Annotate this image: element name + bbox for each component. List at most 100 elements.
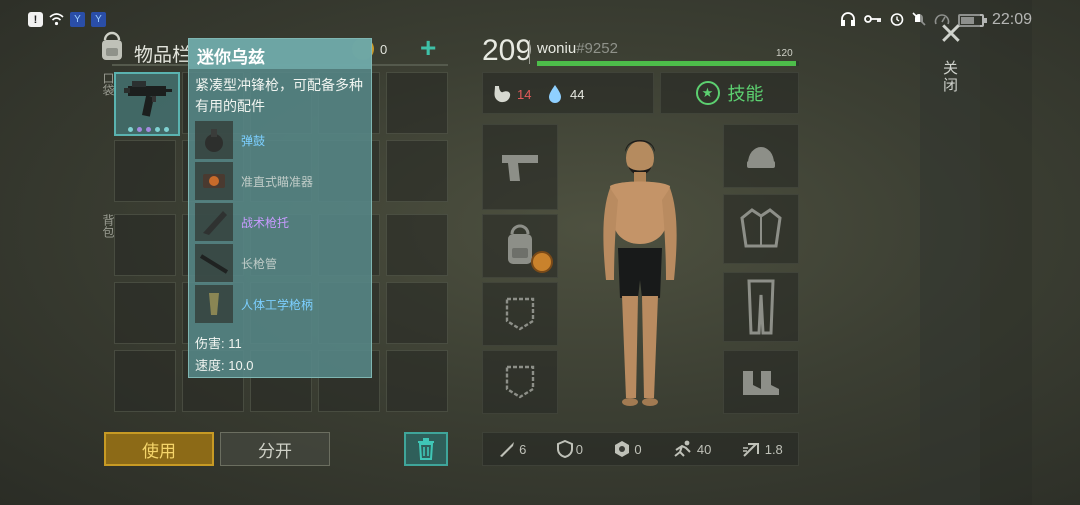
backpack-slot[interactable] (482, 214, 558, 278)
header-divider (529, 40, 530, 64)
pocket-icon (505, 365, 535, 399)
key-icon (864, 12, 882, 28)
status-left-icons: ! Y Y (28, 12, 106, 27)
notification-icon: ! (28, 12, 43, 27)
trash-button[interactable] (404, 432, 448, 466)
pocket-slot[interactable] (386, 140, 448, 202)
legs-slot[interactable] (723, 272, 799, 342)
scope-icon (195, 162, 233, 200)
boots-icon (743, 371, 779, 395)
username: woniu#9252 (537, 40, 618, 57)
player-level: 209 (482, 34, 533, 67)
tooltip-description: 紧凑型冲锋枪，可配备多种有用的配件 (195, 77, 363, 114)
armor-icon (615, 441, 630, 457)
inventory-title: 物品栏 (134, 45, 192, 66)
shield-icon (556, 440, 573, 458)
pants-icon (747, 279, 775, 335)
alarm-icon (890, 12, 904, 29)
hunger-value: 14 (517, 87, 532, 102)
stat-movement: 40 (672, 440, 711, 458)
pocket-slot[interactable] (386, 72, 448, 134)
backpack-slot[interactable] (386, 214, 448, 276)
attachment-row: 人体工学枪柄 (195, 285, 371, 323)
knife-icon (500, 442, 515, 457)
username-name: woniu (537, 40, 577, 57)
attachment-row: 长枪管 (195, 244, 371, 282)
app-notification-icon: Y (91, 12, 106, 27)
water-drop-icon (549, 85, 561, 103)
stomach-icon (494, 86, 511, 103)
skills-label: 技能 (727, 84, 764, 104)
stat-attack-speed: 1.8 (742, 440, 783, 458)
use-button[interactable]: 使用 (104, 432, 214, 466)
xp-max: 120 (776, 48, 793, 59)
combat-stats-bar: 6 0 0 40 1.8 (482, 432, 799, 466)
stock-icon (195, 203, 233, 241)
status-bar: ! Y Y 22:09 (0, 0, 1080, 40)
attachment-name: 战术枪托 (241, 216, 290, 230)
stat-defense: 0 (556, 440, 583, 458)
inventory-slot-selected[interactable] (116, 72, 180, 136)
pocket-icon (505, 297, 535, 331)
damage-stat: 伤害: 11 (195, 336, 242, 351)
trash-icon (418, 438, 434, 460)
xp-bar-fill (537, 61, 796, 66)
barrel-icon (195, 244, 233, 282)
jacket-icon (740, 208, 782, 248)
skills-button[interactable]: ★ 技能 (660, 72, 799, 114)
attachment-row: 准直式瞄准器 (195, 162, 371, 200)
survival-stats: 14 44 (482, 72, 654, 114)
attachment-row: 弹鼓 (195, 121, 371, 159)
fox-badge-icon (531, 251, 553, 273)
username-tag: #9252 (576, 40, 618, 57)
attachment-name: 准直式瞄准器 (241, 175, 314, 189)
backpack-slot[interactable] (386, 350, 448, 412)
uzi-icon (124, 81, 172, 117)
stat-attack-speed-value: 1.8 (764, 441, 783, 457)
pocket-slot[interactable] (114, 140, 176, 202)
stat-armor-value: 0 (634, 441, 642, 457)
attachment-name: 人体工学枪柄 (241, 298, 314, 312)
close-label[interactable]: 关闭 (940, 60, 960, 94)
stat-damage-value: 6 (519, 441, 527, 457)
close-icon[interactable]: ✕ (936, 20, 966, 50)
attachment-name: 弹鼓 (241, 134, 266, 148)
thirst-value: 44 (570, 87, 585, 102)
speed-icon (742, 443, 759, 457)
feet-slot[interactable] (723, 350, 799, 414)
beanie-icon (747, 147, 775, 168)
coin-count: 0 (380, 42, 388, 57)
character-model (580, 130, 700, 420)
add-coins-button[interactable]: + (420, 34, 444, 62)
speed-stat: 速度: 10.0 (195, 358, 254, 373)
backpack-slot[interactable] (114, 350, 176, 412)
item-tooltip: 迷你乌兹 紧凑型冲锋枪，可配备多种有用的配件 弹鼓 准直式瞄准器 战术枪托 长枪… (188, 38, 372, 378)
star-icon: ★ (695, 81, 720, 105)
backpack-slot[interactable] (114, 282, 176, 344)
tooltip-title: 迷你乌兹 (197, 48, 265, 67)
stat-movement-value: 40 (696, 441, 712, 457)
backpack-slot[interactable] (386, 282, 448, 344)
stat-armor: 0 (613, 440, 642, 458)
backpack-slot[interactable] (114, 214, 176, 276)
attachment-name: 长枪管 (241, 257, 278, 271)
app-notification-icon: Y (70, 12, 85, 27)
head-slot[interactable] (723, 124, 799, 188)
pants-pocket-slot[interactable] (482, 282, 558, 346)
side-panel-edge (980, 0, 1032, 505)
pistol-icon (502, 155, 538, 181)
stat-damage: 6 (498, 440, 526, 458)
grip-icon (195, 285, 233, 323)
split-button[interactable]: 分开 (220, 432, 330, 466)
wifi-icon (49, 12, 64, 27)
headphones-icon (840, 11, 856, 29)
pants-pocket-slot[interactable] (482, 350, 558, 414)
backpack-icon (96, 30, 128, 62)
torso-slot[interactable] (723, 194, 799, 264)
attachment-dots (128, 127, 169, 132)
attachment-row: 战术枪托 (195, 203, 371, 241)
run-icon (674, 440, 691, 457)
stat-defense-value: 0 (575, 441, 583, 457)
drum-magazine-icon (195, 121, 233, 159)
weapon-slot[interactable] (482, 124, 558, 210)
